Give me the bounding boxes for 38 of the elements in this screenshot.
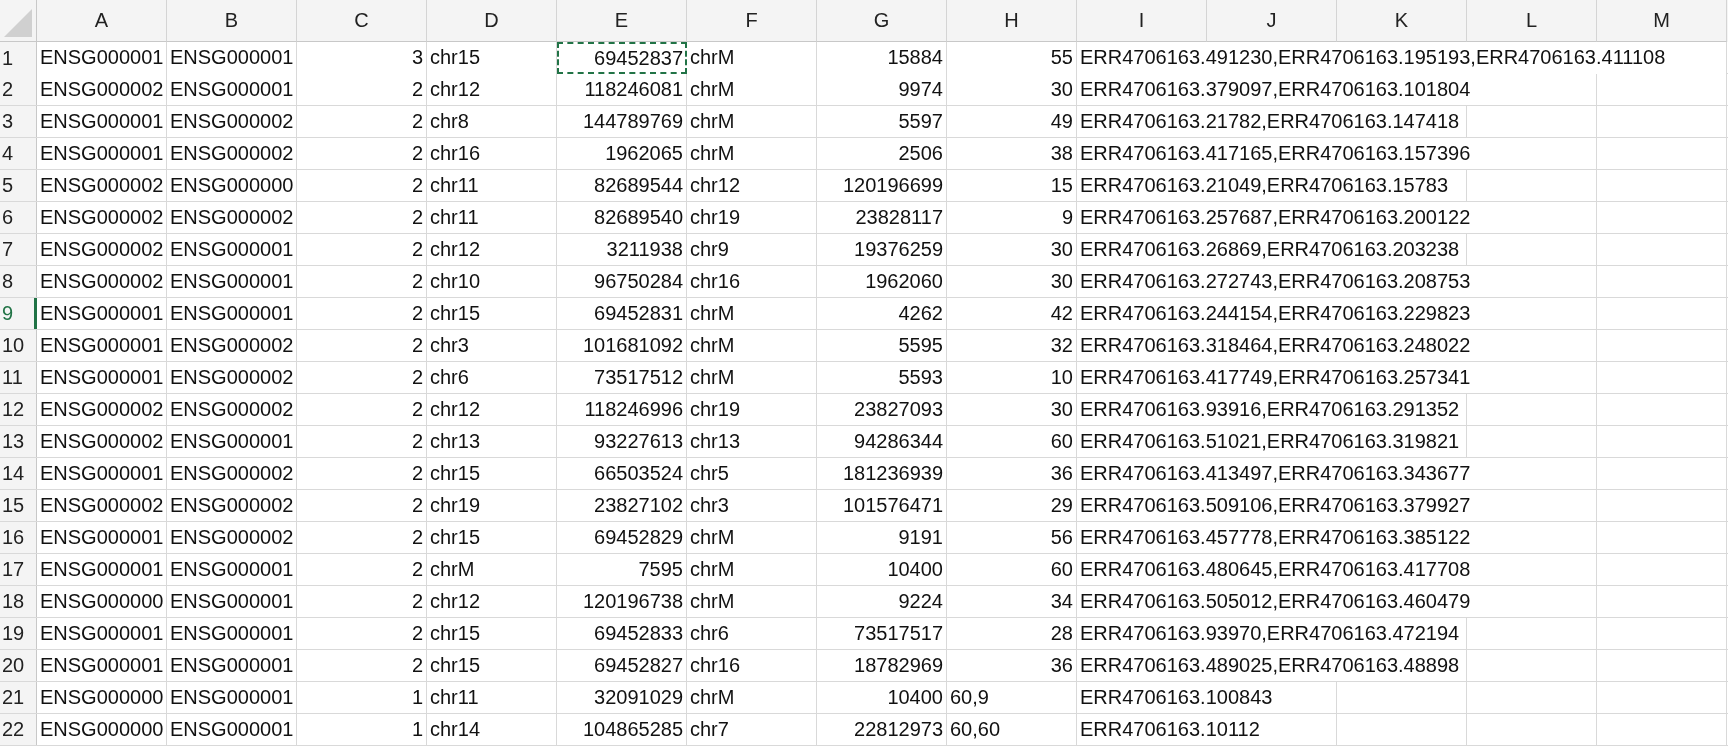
row-header[interactable]: 12 bbox=[0, 394, 37, 425]
column-header[interactable]: G bbox=[817, 0, 947, 42]
row-header[interactable]: 5 bbox=[0, 170, 37, 201]
row-header[interactable]: 2 bbox=[0, 74, 37, 105]
column-header[interactable]: J bbox=[1207, 0, 1337, 42]
column-header[interactable]: D bbox=[427, 0, 557, 42]
column-header[interactable]: M bbox=[1597, 0, 1727, 42]
row-header[interactable]: 16 bbox=[0, 522, 37, 553]
row-header[interactable]: 9 bbox=[0, 298, 37, 329]
row-header[interactable]: 3 bbox=[0, 106, 37, 137]
row-header[interactable]: 21 bbox=[0, 682, 37, 713]
column-header[interactable]: L bbox=[1467, 0, 1597, 42]
table-cell: 69452837 bbox=[557, 42, 687, 74]
row-header[interactable]: 18 bbox=[0, 586, 37, 617]
row-header[interactable]: 6 bbox=[0, 202, 37, 233]
row-header[interactable]: 4 bbox=[0, 138, 37, 169]
row-header[interactable]: 10 bbox=[0, 330, 37, 361]
row-header[interactable]: 20 bbox=[0, 650, 37, 681]
row-header[interactable]: 1 bbox=[0, 42, 37, 74]
row-header[interactable]: 22 bbox=[0, 714, 37, 745]
column-header[interactable]: F bbox=[687, 0, 817, 42]
row-header[interactable]: 17 bbox=[0, 554, 37, 585]
row-header[interactable]: 7 bbox=[0, 234, 37, 265]
select-all-icon[interactable] bbox=[4, 9, 32, 37]
table-cell: ERR4706163.491230,ERR4706163.195193,ERR4706163.411108 bbox=[1077, 42, 1727, 74]
column-header[interactable]: H bbox=[947, 0, 1077, 42]
column-header[interactable]: E bbox=[557, 0, 687, 42]
row-header[interactable]: 19 bbox=[0, 618, 37, 649]
row-header[interactable]: 13 bbox=[0, 426, 37, 457]
column-header[interactable]: B bbox=[167, 0, 297, 42]
column-header[interactable]: K bbox=[1337, 0, 1467, 42]
column-header[interactable]: A bbox=[37, 0, 167, 42]
column-header[interactable]: C bbox=[297, 0, 427, 42]
row-header[interactable]: 11 bbox=[0, 362, 37, 393]
row-header[interactable]: 8 bbox=[0, 266, 37, 297]
row-header[interactable]: 14 bbox=[0, 458, 37, 489]
column-header[interactable]: I bbox=[1077, 0, 1207, 42]
row-header[interactable]: 15 bbox=[0, 490, 37, 521]
